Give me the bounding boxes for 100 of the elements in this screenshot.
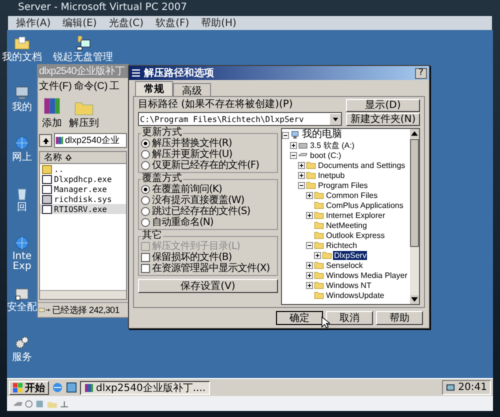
option-label[interactable]: 在资源管理器中显示文件(X) — [152, 263, 270, 274]
file-row[interactable]: Dlxpdhcp.exe — [40, 174, 126, 184]
radio-button[interactable] — [141, 207, 150, 216]
column-header[interactable]: 名称 — [40, 152, 126, 164]
device-status-icons[interactable] — [13, 398, 69, 408]
tab[interactable]: 高级 — [173, 83, 211, 96]
path-combo[interactable]: C:\Program Files\Richtech\DlxpServ — [138, 112, 342, 126]
scroll-thumb[interactable] — [410, 139, 419, 247]
menu-item[interactable]: 命令(C) — [74, 79, 108, 93]
file-row[interactable]: Manager.exe — [40, 184, 126, 194]
expand-toggle[interactable] — [314, 252, 321, 258]
tree-item[interactable]: boot (C:) — [309, 150, 342, 160]
tree-item[interactable]: Inetpub — [317, 170, 346, 180]
menu-item[interactable]: 文件(F) — [39, 79, 72, 93]
tree-item[interactable]: Documents and Settings — [317, 160, 406, 170]
expand-toggle[interactable] — [298, 172, 305, 178]
file-row[interactable]: richdisk.sys — [40, 194, 126, 204]
desktop-icon[interactable] — [66, 382, 77, 393]
toolbar-button[interactable]: 添加 — [39, 96, 65, 130]
toolbar-button[interactable]: 解压到 — [67, 96, 101, 130]
dialog-button[interactable]: 帮助 — [376, 311, 423, 325]
checkbox[interactable] — [141, 264, 150, 273]
up-folder-button[interactable] — [39, 134, 52, 147]
network-icon[interactable] — [446, 383, 456, 392]
menu-item[interactable]: 操作(A) — [16, 16, 51, 30]
scroll-up-icon[interactable] — [410, 129, 419, 138]
radio-button[interactable] — [141, 161, 150, 170]
tree-item[interactable]: WindowsUpdate — [325, 290, 386, 300]
desktop-icon-label[interactable]: Inte Exp — [8, 252, 36, 272]
option-label[interactable]: 仅更新已经存在的文件(F) — [152, 160, 260, 171]
expand-toggle[interactable] — [306, 262, 313, 268]
desktop-icon-label[interactable]: 回 — [17, 202, 27, 213]
start-button[interactable]: 开始 — [9, 380, 49, 394]
menu-item[interactable]: 帮助(H) — [201, 16, 236, 30]
radio-button[interactable] — [141, 218, 150, 227]
expand-toggle[interactable] — [290, 152, 297, 158]
taskbar-button[interactable]: dlxp2540企业版补丁.... — [80, 380, 210, 394]
option-label[interactable]: 保留损坏的文件(B) — [152, 252, 232, 263]
radio-button[interactable] — [141, 139, 150, 148]
save-settings-button[interactable]: 保存设置(V) — [138, 279, 278, 293]
menu-item[interactable]: 软盘(F) — [156, 16, 190, 30]
expand-toggle[interactable] — [306, 272, 313, 278]
expand-toggle[interactable] — [306, 242, 313, 248]
gears-icon[interactable] — [14, 335, 30, 351]
file-row[interactable]: .. — [40, 164, 126, 174]
dialog-button[interactable]: 取消 — [326, 311, 373, 325]
tree-item[interactable]: Common Files — [325, 190, 379, 200]
expand-toggle[interactable] — [306, 192, 313, 198]
globe-icon[interactable] — [14, 135, 30, 151]
expand-toggle[interactable] — [298, 162, 305, 168]
tree-item[interactable]: Internet Explorer — [325, 210, 386, 220]
desktop-icon-label[interactable]: 我的文档 — [2, 52, 42, 63]
menu-item[interactable]: 编辑(E) — [62, 16, 97, 30]
menu-item[interactable]: 光盘(C) — [108, 16, 144, 30]
tree-item[interactable]: 3.5 软盘 (A:) — [309, 140, 356, 150]
side-button[interactable]: 新建文件夹(N) — [346, 113, 420, 126]
dialog-button[interactable]: 确定 — [276, 311, 323, 325]
option-label[interactable]: 解压并更新文件(U) — [152, 149, 232, 160]
tree-item[interactable]: Richtech — [325, 240, 358, 250]
expand-toggle[interactable] — [306, 212, 313, 218]
tree-item[interactable]: Windows NT — [325, 280, 372, 290]
tree-item[interactable]: 我的电脑 — [301, 130, 343, 140]
desktop-icon-label[interactable]: 锐起无盘管理 — [53, 52, 113, 63]
tree-item[interactable]: Senselock — [325, 260, 364, 270]
menu-item[interactable]: 工 — [110, 79, 120, 93]
tree-item[interactable]: DlxpServ — [333, 250, 368, 260]
tree-item[interactable]: Program Files — [317, 180, 369, 190]
scrollbar[interactable] — [40, 290, 126, 299]
scrollbar[interactable] — [410, 129, 419, 304]
tree-item[interactable]: NetMeeting — [325, 220, 368, 230]
help-button[interactable]: ? — [415, 68, 427, 78]
radio-button[interactable] — [141, 196, 150, 205]
expand-toggle[interactable] — [290, 142, 297, 148]
expand-toggle[interactable] — [306, 282, 313, 288]
desktop-icon-label[interactable]: 我的 — [12, 102, 32, 113]
radio-button[interactable] — [141, 185, 150, 194]
tree-item[interactable]: Outlook Express — [325, 230, 386, 240]
file-row[interactable]: RTIOSRV.exe — [40, 204, 126, 214]
tree-item[interactable]: ComPlus Applications — [325, 200, 404, 210]
option-label[interactable]: 在覆盖前询问(K) — [152, 184, 222, 195]
tab[interactable]: 常规 — [135, 81, 173, 96]
tree-item[interactable]: Windows Media Player — [325, 270, 408, 280]
expand-toggle[interactable] — [282, 132, 289, 138]
option-label[interactable]: 跳过已经存在的文件(S) — [152, 206, 250, 217]
folder-icon[interactable] — [14, 35, 30, 51]
option-label[interactable]: 没有提示直接覆盖(W) — [152, 195, 244, 206]
scroll-down-icon[interactable] — [410, 295, 419, 304]
computer-icon[interactable] — [75, 35, 91, 51]
radio-button[interactable] — [141, 150, 150, 159]
desktop-icon-label[interactable]: 网上 — [12, 152, 32, 163]
expand-toggle[interactable] — [298, 182, 305, 188]
path-field[interactable]: dlxp2540企业 — [54, 133, 127, 148]
option-label[interactable]: 自动重命名(N) — [152, 217, 214, 228]
globe-icon[interactable] — [14, 235, 30, 251]
option-label[interactable]: 解压并替换文件(R) — [152, 138, 232, 149]
browser-icon[interactable] — [52, 382, 63, 393]
desktop-icon-label[interactable]: 服务 — [12, 352, 32, 363]
desktop-icon-label[interactable]: 安全配 — [7, 302, 37, 313]
side-button[interactable]: 显示(D) — [346, 99, 420, 112]
checkbox[interactable] — [141, 253, 150, 262]
